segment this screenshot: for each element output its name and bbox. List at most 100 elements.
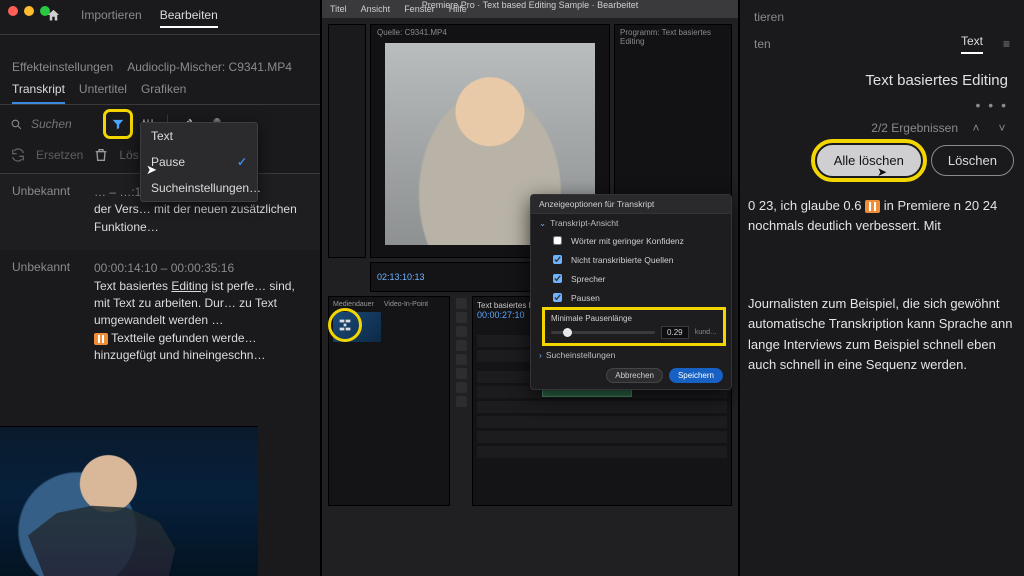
timecode: 00:00:14:10 – 00:00:35:16	[94, 261, 234, 275]
slider-unit: kund…	[695, 329, 717, 336]
filter-option-text[interactable]: Text	[141, 123, 257, 149]
menu-view[interactable]: Ansicht	[361, 4, 391, 14]
opt-untranscribed[interactable]: Nicht transkribierte Quellen	[531, 250, 731, 269]
refresh-icon[interactable]	[10, 147, 26, 163]
transcript-text: Text basiertes Editing ist perfe… sind, …	[94, 279, 295, 328]
transcript-body: 00:00:14:10 – 00:00:35:16 Text basiertes…	[94, 260, 308, 364]
tab-subtitles[interactable]: Untertitel	[79, 82, 127, 104]
presenter-thumbnail	[0, 426, 258, 576]
right-pane: tieren ten Text ≡ Text basiertes Editing…	[740, 0, 1024, 576]
source-timecode: 02:13:10:13	[377, 272, 425, 282]
delete-all-button[interactable]: Alle löschen ➤	[817, 145, 921, 176]
filter-dropdown: Text Pause✓ Sucheinstellungen…	[140, 122, 258, 202]
pause-marker-icon	[94, 333, 108, 345]
pause-marker-icon	[865, 200, 880, 213]
delete-button[interactable]: Löschen	[931, 145, 1014, 176]
transcript-paragraph[interactable]: Journalisten zum Beispiel, die sich gewö…	[740, 288, 1024, 381]
transcript-paragraph[interactable]: 0 23, ich glaube 0.6 in Premiere n 20 24…	[740, 190, 1024, 242]
next-result-icon[interactable]: ˅	[994, 121, 1010, 135]
search-icon	[10, 118, 23, 131]
project-col-duration: Mediendauer	[333, 301, 374, 308]
tab-import[interactable]: Importieren	[81, 8, 142, 28]
audio-track	[477, 446, 727, 458]
filter-option-search-settings[interactable]: Sucheinstellungen…	[141, 175, 257, 201]
type-tool-icon[interactable]	[456, 396, 467, 407]
track-select-tool-icon[interactable]	[456, 312, 467, 323]
min-pause-slider[interactable]	[551, 331, 655, 334]
opt-low-confidence[interactable]: Wörter mit geringer Konfidenz	[531, 231, 731, 250]
pen-tool-icon[interactable]	[456, 368, 467, 379]
opt-pauses[interactable]: Pausen	[531, 288, 731, 307]
tab-edit-partial[interactable]: tieren	[754, 10, 784, 24]
menu-window[interactable]: Fenster	[404, 4, 435, 14]
source-side-panel	[328, 24, 366, 258]
tab-effect-settings[interactable]: Effekteinstellungen	[12, 60, 113, 74]
workspace-tabs: Importieren Bearbeiten	[0, 4, 320, 35]
popover-section[interactable]: ⌄Transkript-Ansicht	[531, 214, 731, 231]
audio-track	[477, 416, 727, 428]
replace-label: Ersetzen	[36, 148, 83, 162]
text-panel-tabs: Transkript Untertitel Grafiken	[0, 74, 320, 105]
prev-result-icon[interactable]: ˄	[968, 121, 984, 135]
slider-knob[interactable]	[563, 328, 572, 337]
filter-icon[interactable]	[107, 113, 129, 135]
slider-value[interactable]: 0.29	[661, 326, 689, 339]
program-label: Programm: Text basiertes Editing	[615, 25, 731, 49]
transcript-row[interactable]: Unbekannt 00:00:14:10 – 00:00:35:16 Text…	[0, 250, 320, 378]
slip-tool-icon[interactable]	[456, 354, 467, 365]
razor-tool-icon[interactable]	[456, 340, 467, 351]
popover-section-search[interactable]: ›Sucheinstellungen	[531, 346, 731, 362]
trash-icon[interactable]	[93, 147, 109, 163]
delete-label: Lös	[119, 148, 138, 162]
results-text: 2/2 Ergebnissen	[871, 121, 958, 135]
transcript-text: 0 23, ich glaube 0.6	[748, 198, 865, 213]
source-label: Quelle: C9341.MP4	[377, 28, 447, 37]
transcript-search[interactable]	[10, 116, 99, 132]
search-input[interactable]	[29, 116, 99, 132]
right-sub-tabs: ten Text ≡	[740, 32, 1024, 62]
sequence-heading: Text basiertes Editing	[740, 62, 1024, 93]
filter-option-pause[interactable]: Pause✓	[141, 149, 257, 175]
speaker-label: Unbekannt	[12, 184, 84, 236]
tab-text[interactable]: Text	[961, 34, 983, 54]
home-icon[interactable]	[46, 8, 61, 23]
selection-tool-icon[interactable]	[456, 298, 467, 309]
tab-transcript[interactable]: Transkript	[12, 82, 65, 104]
opt-speaker[interactable]: Sprecher	[531, 269, 731, 288]
project-col-inpoint: Video-In-Point	[384, 301, 428, 308]
cancel-button[interactable]: Abbrechen	[606, 368, 663, 383]
panel-selector: Effekteinstellungen Audioclip-Mischer: C…	[0, 52, 320, 74]
panel-menu-icon[interactable]: ≡	[1003, 37, 1010, 51]
min-pause-length-row: Minimale Pausenlänge 0.29 kund…	[545, 310, 723, 343]
tab-graphics[interactable]: Grafiken	[141, 82, 186, 104]
tab-audio-mixer[interactable]: Audioclip-Mischer: C9341.MP4	[127, 60, 292, 74]
cursor-icon: ➤	[146, 162, 157, 178]
menu-title[interactable]: Titel	[330, 4, 347, 14]
slider-label: Minimale Pausenlänge	[551, 314, 717, 323]
right-top-tabs: tieren	[740, 0, 1024, 32]
cursor-icon: ➤	[877, 165, 887, 179]
timeline-tools	[454, 296, 468, 506]
audio-track	[477, 401, 727, 413]
save-button[interactable]: Speichern	[669, 368, 723, 383]
transcript-text: Textteile gefunden werde… hinzugefügt un…	[94, 331, 265, 362]
tab-edit[interactable]: Bearbeiten	[160, 8, 218, 28]
result-actions: Alle löschen ➤ Löschen	[740, 145, 1024, 190]
mac-menubar: Titel Ansicht Fenster Hilfe Premiere Pro…	[322, 0, 738, 18]
menu-help[interactable]: Hilfe	[449, 4, 467, 14]
more-options-icon[interactable]: • • •	[740, 93, 1024, 117]
insert-icon	[337, 317, 353, 333]
hand-tool-icon[interactable]	[456, 382, 467, 393]
left-pane: Importieren Bearbeiten Effekteinstellung…	[0, 0, 320, 576]
transcript-text: der Vers… mit der neuen zusätzlichen Fun…	[94, 202, 297, 233]
speaker-label: Unbekannt	[12, 260, 84, 364]
audio-track	[477, 431, 727, 443]
transcript-text: Journalisten zum Beispiel, die sich gewö…	[748, 296, 1013, 371]
insert-tool-highlight[interactable]	[328, 308, 362, 342]
transcript-display-options: Anzeigeoptionen für Transkript ⌄Transkri…	[530, 194, 732, 390]
check-icon: ✓	[237, 155, 247, 169]
popover-title: Anzeigeoptionen für Transkript	[531, 195, 731, 214]
ripple-tool-icon[interactable]	[456, 326, 467, 337]
middle-pane: Titel Ansicht Fenster Hilfe Premiere Pro…	[320, 0, 740, 576]
tab-extra[interactable]: ten	[754, 37, 771, 51]
